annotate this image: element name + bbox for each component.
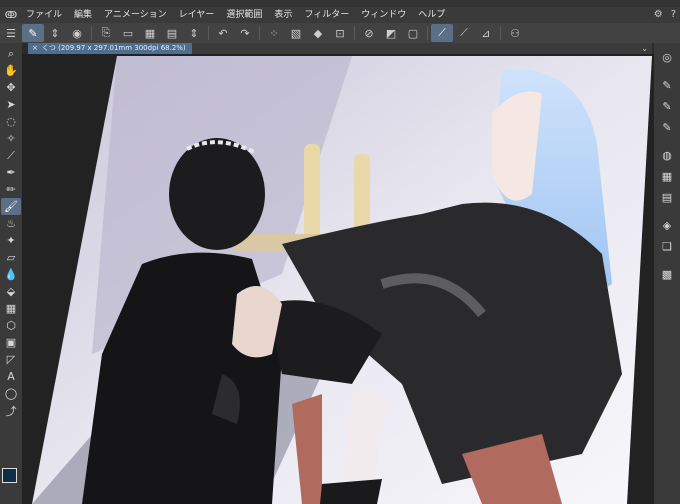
move-icon[interactable]: ✥ bbox=[1, 79, 21, 96]
deselect-icon[interactable]: ⊘ bbox=[358, 24, 380, 42]
palette-bar: ◎ ✎ ✎ ✎ ◍ ▦ ▤ ◈ ❏ ▩ bbox=[654, 43, 680, 504]
zoom-icon[interactable]: ⌕ bbox=[1, 45, 21, 62]
export-icon[interactable]: ▤ bbox=[161, 24, 183, 42]
canvas-workspace[interactable] bbox=[22, 54, 654, 504]
pencil-icon[interactable]: ✏ bbox=[1, 181, 21, 198]
balloon-icon[interactable]: ◯ bbox=[1, 385, 21, 402]
undo-icon[interactable]: ↶ bbox=[212, 24, 234, 42]
crop-icon[interactable]: ⊡ bbox=[329, 24, 351, 42]
color-history-icon[interactable]: ▤ bbox=[656, 187, 678, 207]
chevron-updown-icon-2[interactable]: ⇕ bbox=[183, 24, 205, 42]
fill-icon[interactable]: ▧ bbox=[285, 24, 307, 42]
tool-palette: ⌕ ✋ ✥ ➤ ◌ ✧ ⟋ ✒ ✏ 🖌 ♨ ✦ ▱ 💧 ⬙ ▦ ⬡ ▣ ◸ A … bbox=[0, 43, 22, 504]
lasso-icon[interactable]: ◌ bbox=[1, 113, 21, 130]
ruler-snap-icon[interactable]: ⟋ bbox=[431, 24, 453, 42]
canvas-tab-bar: × くつ (209.97 x 297.01mm 300dpi 68.2%) ⌄ bbox=[28, 43, 652, 54]
save-icon[interactable]: ▦ bbox=[139, 24, 161, 42]
menu-file[interactable]: ファイル bbox=[20, 7, 68, 23]
ruler-icon[interactable]: ◸ bbox=[1, 351, 21, 368]
clear-icon[interactable]: ⁘ bbox=[263, 24, 285, 42]
decoration-icon[interactable]: ✦ bbox=[1, 232, 21, 249]
tool-property-icon[interactable]: ✎ bbox=[656, 96, 678, 116]
edit-mode-icon[interactable]: ✎ bbox=[22, 24, 44, 42]
left-figure-head bbox=[169, 138, 265, 250]
fill-bucket-icon[interactable]: ⬙ bbox=[1, 283, 21, 300]
canvas-tab-label: くつ (209.97 x 297.01mm 300dpi 68.2%) bbox=[41, 44, 186, 52]
menu-help[interactable]: ヘルプ bbox=[412, 7, 451, 23]
layer-icon[interactable]: ❏ bbox=[656, 236, 678, 256]
blend-icon[interactable]: 💧 bbox=[1, 266, 21, 283]
canvas-tab[interactable]: × くつ (209.97 x 297.01mm 300dpi 68.2%) bbox=[28, 43, 192, 54]
menu-animation[interactable]: アニメーション bbox=[98, 7, 173, 23]
frame-icon[interactable]: ▣ bbox=[1, 334, 21, 351]
hamburger-menu-icon[interactable]: ☰ bbox=[0, 24, 22, 42]
selection-icon[interactable]: ▢ bbox=[402, 24, 424, 42]
airbrush-icon[interactable]: ♨ bbox=[1, 215, 21, 232]
close-tab-icon[interactable]: × bbox=[32, 43, 38, 54]
text-icon[interactable]: A bbox=[1, 368, 21, 385]
main-color[interactable] bbox=[2, 468, 17, 483]
navigator-icon[interactable]: ◎ bbox=[656, 47, 678, 67]
main-sub-color-swatch[interactable] bbox=[2, 468, 22, 500]
help-icon[interactable]: ? bbox=[671, 7, 676, 23]
eraser-icon[interactable]: ▱ bbox=[1, 249, 21, 266]
figure-icon[interactable]: ⬡ bbox=[1, 317, 21, 334]
hand-icon[interactable]: ✋ bbox=[1, 62, 21, 79]
eyedropper-icon[interactable]: ⟋ bbox=[1, 147, 21, 164]
new-file-icon[interactable]: ⎘ bbox=[95, 24, 117, 42]
chevron-updown-icon[interactable]: ⇕ bbox=[44, 24, 66, 42]
menu-filter[interactable]: フィルター bbox=[298, 7, 355, 23]
brush-snap-icon[interactable]: ⟋ bbox=[453, 24, 475, 42]
gesture-icon[interactable]: ⚇ bbox=[504, 24, 526, 42]
layer-property-icon[interactable]: ◈ bbox=[656, 215, 678, 235]
menu-edit[interactable]: 編集 bbox=[68, 7, 98, 23]
magic-wand-icon[interactable]: ✧ bbox=[1, 130, 21, 147]
color-set-icon[interactable]: ▦ bbox=[656, 166, 678, 186]
chevron-down-icon[interactable]: ⌄ bbox=[641, 43, 648, 54]
pen-icon[interactable]: ✒ bbox=[1, 164, 21, 181]
menu-view[interactable]: 表示 bbox=[268, 7, 298, 23]
open-folder-icon[interactable]: ▭ bbox=[117, 24, 139, 42]
redo-icon[interactable]: ↷ bbox=[234, 24, 256, 42]
transform-icon[interactable]: ◉ bbox=[66, 24, 88, 42]
menu-layer[interactable]: レイヤー bbox=[173, 7, 221, 23]
line-snap-icon[interactable]: ⊿ bbox=[475, 24, 497, 42]
command-bar: ☰ ✎ ⇕ ◉ ⎘ ▭ ▦ ▤ ⇕ ↶ ↷ ⁘ ▧ ◆ ⊡ ⊘ ◩ ▢ ⟋ ⟋ … bbox=[0, 23, 680, 43]
menu-window[interactable]: ウィンドウ bbox=[355, 7, 412, 23]
color-wheel-icon[interactable]: ◍ bbox=[656, 145, 678, 165]
status-bar bbox=[0, 0, 680, 7]
artwork-canvas[interactable] bbox=[22, 54, 654, 504]
correct-line-icon[interactable]: ⤴ bbox=[1, 402, 21, 419]
sub-tool-icon[interactable]: ✎ bbox=[656, 75, 678, 95]
bucket-icon[interactable]: ◆ bbox=[307, 24, 329, 42]
invert-selection-icon[interactable]: ◩ bbox=[380, 24, 402, 42]
brush-size-icon[interactable]: ✎ bbox=[656, 117, 678, 137]
settings-gear-icon[interactable]: ⚙ bbox=[654, 7, 663, 23]
gradient-icon[interactable]: ▦ bbox=[1, 300, 21, 317]
clip-studio-logo-icon[interactable]: ↂ bbox=[2, 8, 20, 22]
brush-icon[interactable]: 🖌 bbox=[1, 198, 21, 215]
operation-icon[interactable]: ➤ bbox=[1, 96, 21, 113]
menu-selection[interactable]: 選択範囲 bbox=[220, 7, 268, 23]
menu-bar: ↂ ファイル 編集 アニメーション レイヤー 選択範囲 表示 フィルター ウィン… bbox=[0, 7, 680, 23]
material-icon[interactable]: ▩ bbox=[656, 264, 678, 284]
